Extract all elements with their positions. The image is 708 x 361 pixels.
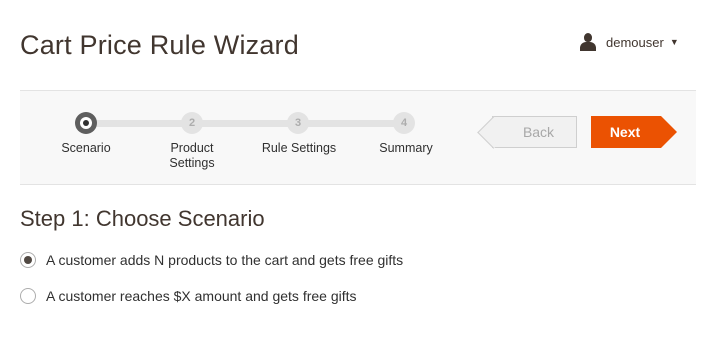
scenario-option-label: A customer adds N products to the cart a… (46, 252, 404, 268)
progress-track (86, 120, 404, 127)
scenario-option-label: A customer reaches $X amount and gets fr… (46, 288, 357, 304)
user-icon (579, 33, 597, 51)
step-4-indicator: 4 (393, 112, 415, 134)
step-label-scenario: Scenario (61, 141, 111, 155)
step-heading: Step 1: Choose Scenario (20, 206, 265, 231)
scenario-option-2[interactable]: A customer reaches $X amount and gets fr… (20, 288, 357, 304)
page-title: Cart Price Rule Wizard (20, 30, 299, 60)
user-menu[interactable]: demouser ▼ (579, 33, 679, 51)
step-3-indicator: 3 (287, 112, 309, 134)
step-label-summary: Summary (379, 141, 433, 155)
next-button-label: Next (609, 124, 641, 140)
scenario-option-1[interactable]: A customer adds N products to the cart a… (20, 252, 403, 268)
step-label-rule-settings: Rule Settings (261, 141, 337, 155)
next-button[interactable]: Next (591, 116, 677, 148)
back-button[interactable]: Back (492, 116, 577, 148)
radio-checked-icon[interactable] (20, 252, 36, 268)
radio-unchecked-icon[interactable] (20, 288, 36, 304)
step-label-product-settings: Product Settings (169, 141, 215, 170)
step-2-indicator: 2 (181, 112, 203, 134)
step-1-indicator (75, 112, 97, 134)
back-button-label: Back (522, 124, 555, 140)
caret-down-icon: ▼ (669, 37, 679, 47)
user-name: demouser (606, 34, 664, 50)
